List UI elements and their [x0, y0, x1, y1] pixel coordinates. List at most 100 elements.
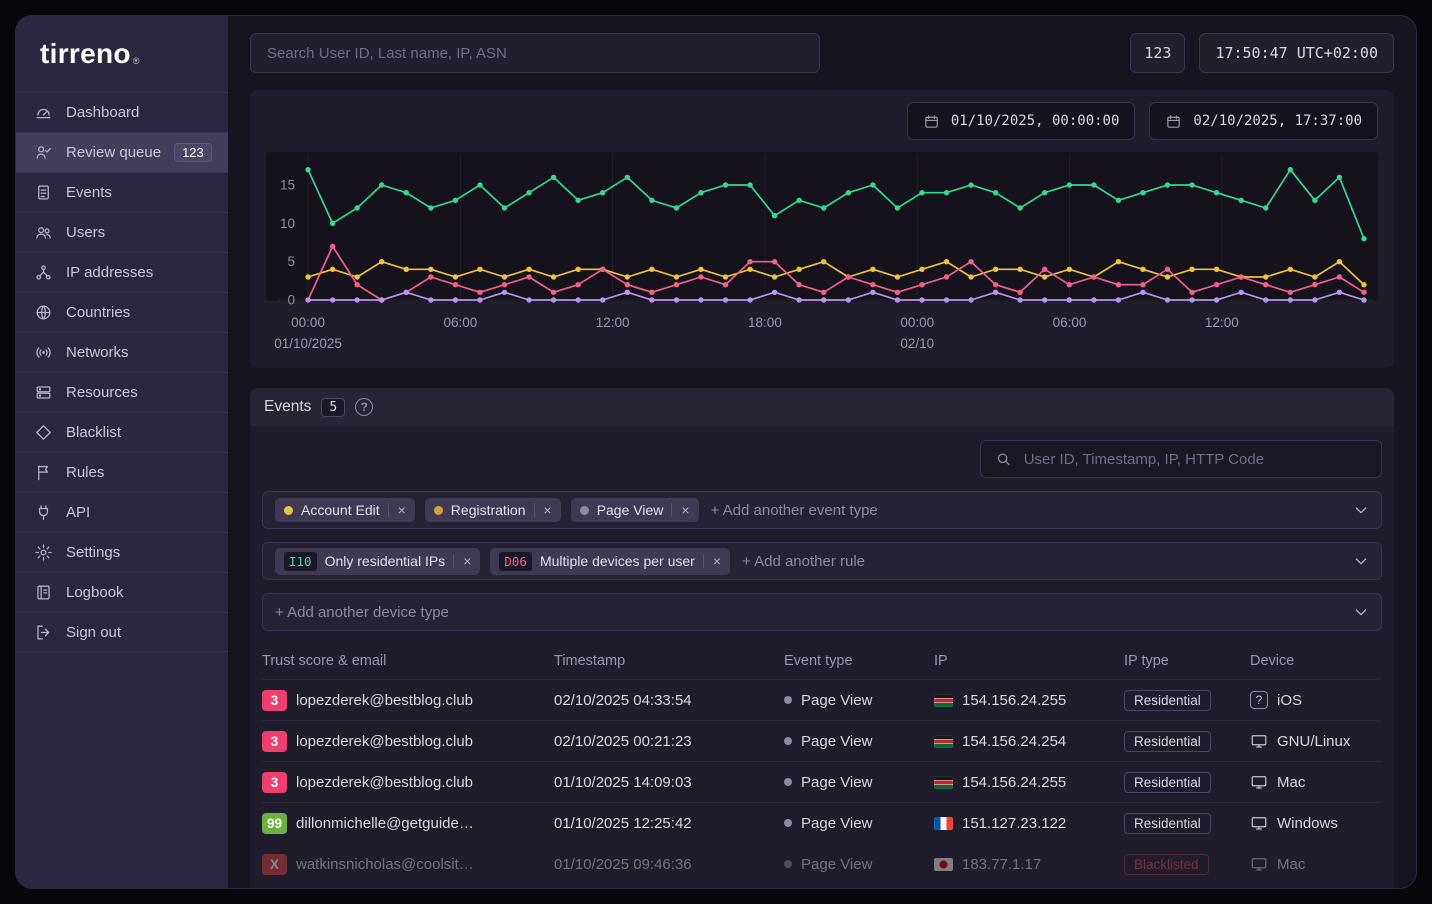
topbar: 123 17:50:47 UTC+02:00 — [250, 16, 1394, 90]
event-timestamp: 01/10/2025 09:46:36 — [554, 856, 784, 873]
user-email[interactable]: lopezderek@bestblog.club — [296, 774, 473, 791]
queue-count-box[interactable]: 123 — [1130, 33, 1185, 73]
column-header[interactable]: Trust score & email — [262, 653, 554, 669]
user-email[interactable]: lopezderek@bestblog.club — [296, 692, 473, 709]
device-type-filter[interactable]: + Add another device type — [262, 593, 1382, 631]
chevron-down-icon[interactable] — [1353, 604, 1369, 620]
ip-address[interactable]: 154.156.24.254 — [962, 733, 1066, 750]
remove-chip-icon[interactable]: × — [703, 554, 721, 568]
chevron-down-icon[interactable] — [1353, 553, 1369, 569]
column-header[interactable]: IP type — [1124, 653, 1250, 669]
global-search-input[interactable] — [265, 44, 805, 63]
events-search-input[interactable] — [1022, 450, 1367, 469]
user-email[interactable]: watkinsnicholas@coolsit… — [296, 856, 474, 873]
events-title: Events — [264, 398, 311, 416]
svg-text:10: 10 — [280, 216, 295, 231]
date-to-value: 02/10/2025, 17:37:00 — [1193, 113, 1362, 129]
event-timestamp: 01/10/2025 12:25:42 — [554, 815, 784, 832]
resources-icon — [33, 383, 53, 403]
remove-chip-icon[interactable]: × — [388, 503, 406, 517]
ip-address[interactable]: 154.156.24.255 — [962, 774, 1066, 791]
event-type-cell: Page View — [784, 774, 934, 791]
column-header[interactable]: IP — [934, 653, 1124, 669]
brand-logo[interactable]: tirreno® — [16, 16, 228, 92]
remove-chip-icon[interactable]: × — [453, 554, 471, 568]
events-table-header: Trust score & emailTimestampEvent typeIP… — [262, 644, 1382, 679]
ip-address[interactable]: 183.77.1.17 — [962, 856, 1041, 873]
remove-chip-icon[interactable]: × — [671, 503, 689, 517]
monitor-icon — [1250, 773, 1268, 791]
sidebar-item-api[interactable]: API — [16, 492, 228, 532]
events-table: Trust score & emailTimestampEvent typeIP… — [262, 644, 1382, 884]
add-event-type-button[interactable]: + Add another event type — [711, 502, 878, 519]
add-device-type-button[interactable]: + Add another device type — [275, 604, 449, 621]
column-header[interactable]: Event type — [784, 653, 934, 669]
rule-chip[interactable]: D06 Multiple devices per user × — [490, 548, 730, 575]
add-rule-button[interactable]: + Add another rule — [742, 553, 865, 570]
rule-chip[interactable]: I10 Only residential IPs × — [275, 548, 480, 575]
svg-text:12:00: 12:00 — [596, 315, 630, 330]
column-header[interactable]: Device — [1250, 653, 1382, 669]
date-range-row: 01/10/2025, 00:00:00 02/10/2025, 17:37:0… — [266, 102, 1378, 140]
help-icon[interactable]: ? — [355, 398, 373, 416]
event-type-chip[interactable]: Page View × — [571, 498, 699, 522]
sidebar-item-review-queue[interactable]: Review queue 123 — [16, 132, 228, 172]
ip-type-cell: Residential — [1124, 731, 1250, 752]
table-row[interactable]: 3 lopezderek@bestblog.club 02/10/2025 04… — [262, 679, 1382, 720]
trust-score-badge: 3 — [262, 772, 287, 793]
calendar-icon — [923, 113, 940, 130]
country-flag-ke — [934, 735, 953, 748]
main-content: 123 17:50:47 UTC+02:00 01/10/2025, 00:00… — [228, 16, 1416, 888]
trust-score-badge: 3 — [262, 731, 287, 752]
date-to-input[interactable]: 02/10/2025, 17:37:00 — [1149, 102, 1378, 140]
sidebar-item-label: Blacklist — [66, 424, 121, 441]
events-search[interactable] — [980, 440, 1382, 478]
sidebar-item-sign-out[interactable]: Sign out — [16, 612, 228, 652]
sidebar-item-networks[interactable]: Networks — [16, 332, 228, 372]
sidebar-item-resources[interactable]: Resources — [16, 372, 228, 412]
column-header[interactable]: Timestamp — [554, 653, 784, 669]
sidebar-item-logbook[interactable]: Logbook — [16, 572, 228, 612]
table-row[interactable]: 3 lopezderek@bestblog.club 01/10/2025 14… — [262, 761, 1382, 802]
sidebar-item-ip-addresses[interactable]: IP addresses — [16, 252, 228, 292]
global-search[interactable] — [250, 33, 820, 73]
device-cell: Mac — [1250, 855, 1382, 873]
user-cell: X watkinsnicholas@coolsit… — [262, 854, 554, 875]
brand-name: tirreno — [40, 38, 131, 70]
sidebar-item-countries[interactable]: Countries — [16, 292, 228, 332]
events-panel: Events 5 ? Account Edit × Registration × — [250, 388, 1394, 888]
table-row[interactable]: X watkinsnicholas@coolsit… 01/10/2025 09… — [262, 843, 1382, 884]
review-queue-count-badge: 123 — [174, 143, 212, 162]
remove-chip-icon[interactable]: × — [534, 503, 552, 517]
ip-cell: 183.77.1.17 — [934, 856, 1124, 873]
event-type-dot — [784, 696, 792, 704]
table-row[interactable]: 3 lopezderek@bestblog.club 02/10/2025 00… — [262, 720, 1382, 761]
table-row[interactable]: 99 dillonmichelle@getguide… 01/10/2025 1… — [262, 802, 1382, 843]
sidebar-item-settings[interactable]: Settings — [16, 532, 228, 572]
event-type-chip[interactable]: Registration × — [425, 498, 561, 522]
country-flag-fr — [934, 817, 953, 830]
sidebar-item-users[interactable]: Users — [16, 212, 228, 252]
event-type-filter[interactable]: Account Edit × Registration × Page View … — [262, 491, 1382, 529]
user-email[interactable]: lopezderek@bestblog.club — [296, 733, 473, 750]
sidebar-item-dashboard[interactable]: Dashboard — [16, 92, 228, 132]
sidebar-item-events[interactable]: Events — [16, 172, 228, 212]
sidebar-item-rules[interactable]: Rules — [16, 452, 228, 492]
device-label: Mac — [1277, 856, 1305, 873]
ip-address[interactable]: 151.127.23.122 — [962, 815, 1066, 832]
rule-filter[interactable]: I10 Only residential IPs × D06 Multiple … — [262, 542, 1382, 580]
svg-text:01/10/2025: 01/10/2025 — [274, 336, 342, 351]
rule-chip-list: I10 Only residential IPs × D06 Multiple … — [275, 548, 730, 575]
date-from-value: 01/10/2025, 00:00:00 — [951, 113, 1120, 129]
review-queue-icon — [33, 143, 53, 163]
chevron-down-icon[interactable] — [1353, 502, 1369, 518]
sidebar-item-blacklist[interactable]: Blacklist — [16, 412, 228, 452]
user-email[interactable]: dillonmichelle@getguide… — [296, 815, 474, 832]
svg-text:12:00: 12:00 — [1205, 315, 1239, 330]
ip-address[interactable]: 154.156.24.255 — [962, 692, 1066, 709]
date-from-input[interactable]: 01/10/2025, 00:00:00 — [907, 102, 1136, 140]
event-type-dot — [784, 819, 792, 827]
ip-type-cell: Blacklisted — [1124, 854, 1250, 875]
event-type-chip[interactable]: Account Edit × — [275, 498, 415, 522]
events-panel-header: Events 5 ? — [250, 388, 1394, 426]
